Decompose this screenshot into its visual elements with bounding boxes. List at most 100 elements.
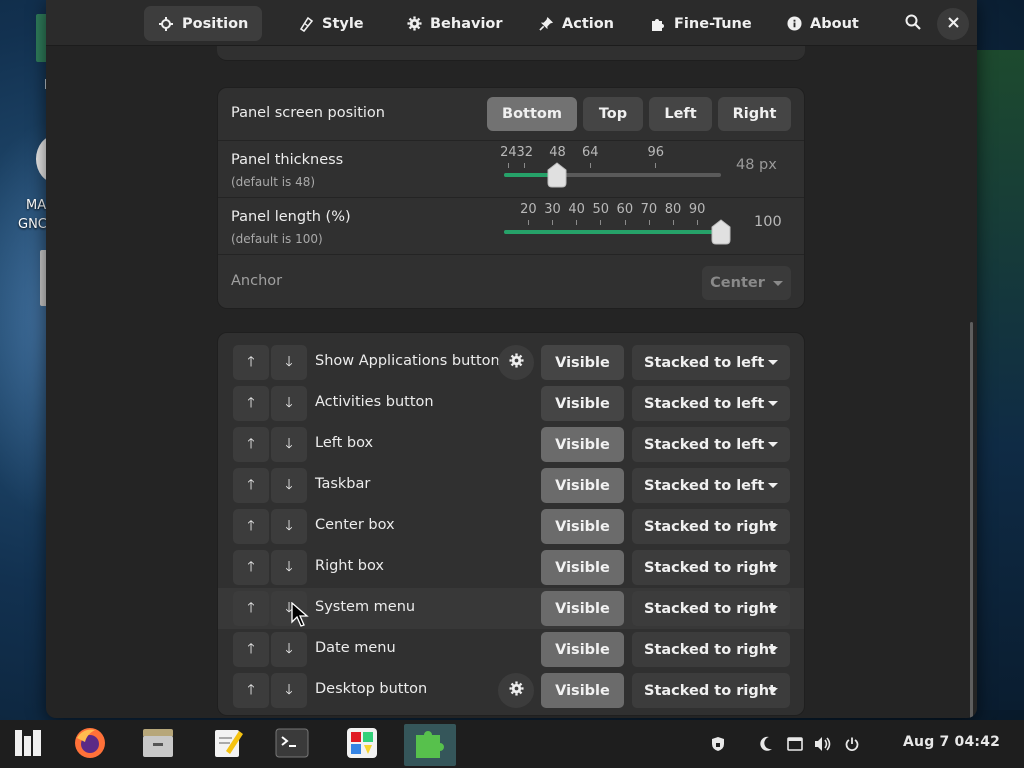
taskbar-terminal[interactable] bbox=[266, 724, 318, 766]
tab-behavior[interactable]: Behavior bbox=[392, 6, 517, 41]
tab-about[interactable]: About bbox=[772, 6, 873, 41]
app-menu-button[interactable] bbox=[2, 724, 54, 766]
taskbar-extensions[interactable] bbox=[404, 724, 456, 766]
close-button[interactable] bbox=[937, 8, 969, 40]
element-settings-button[interactable] bbox=[498, 673, 534, 708]
shield-icon[interactable] bbox=[709, 734, 727, 754]
settings-content: Panel screen position Bottom Top Left Ri… bbox=[46, 46, 977, 718]
slider-tick bbox=[524, 163, 526, 168]
move-down-button[interactable]: 🡓 bbox=[271, 673, 307, 708]
settings-window: Position Style Behavior Action Fine-Tune bbox=[46, 0, 977, 718]
move-up-button[interactable]: 🡑 bbox=[233, 550, 269, 585]
element-position-dropdown[interactable]: Stacked to right bbox=[632, 591, 790, 626]
position-left-button[interactable]: Left bbox=[649, 97, 712, 131]
power-icon[interactable] bbox=[843, 734, 861, 754]
tab-action[interactable]: Action bbox=[524, 6, 628, 41]
position-right-button[interactable]: Right bbox=[718, 97, 791, 131]
files-icon bbox=[141, 727, 175, 763]
visibility-toggle[interactable]: Visible bbox=[541, 550, 624, 585]
arrow-up-icon: 🡑 bbox=[247, 681, 255, 698]
arrow-down-icon: 🡓 bbox=[285, 476, 293, 493]
element-position-dropdown[interactable]: Stacked to right bbox=[632, 632, 790, 667]
tab-label: Position bbox=[182, 15, 249, 32]
slider-tick bbox=[648, 220, 650, 225]
visibility-toggle[interactable]: Visible bbox=[541, 673, 624, 708]
element-position-value: Stacked to left bbox=[644, 354, 765, 371]
element-position-dropdown[interactable]: Stacked to left bbox=[632, 427, 790, 462]
visibility-toggle[interactable]: Visible bbox=[541, 427, 624, 462]
element-settings-button[interactable] bbox=[498, 345, 534, 380]
move-up-button[interactable]: 🡑 bbox=[233, 632, 269, 667]
element-position-dropdown[interactable]: Stacked to left bbox=[632, 468, 790, 503]
tab-fine-tune[interactable]: Fine-Tune bbox=[636, 6, 766, 41]
move-up-button[interactable]: 🡑 bbox=[233, 468, 269, 503]
arrow-up-icon: 🡑 bbox=[247, 599, 255, 616]
slider-mark-label: 50 bbox=[592, 202, 609, 217]
move-up-button[interactable]: 🡑 bbox=[233, 386, 269, 421]
panel-element-row: 🡑 🡓 Show Applications button Visible Stacked… bbox=[218, 342, 804, 383]
element-position-dropdown[interactable]: Stacked to left bbox=[632, 386, 790, 421]
taskbar-text-editor[interactable] bbox=[202, 724, 254, 766]
element-position-dropdown[interactable]: Stacked to left bbox=[632, 345, 790, 380]
move-down-button[interactable]: 🡓 bbox=[271, 427, 307, 462]
move-down-button[interactable]: 🡓 bbox=[271, 468, 307, 503]
length-value: 100 bbox=[754, 214, 782, 230]
anchor-dropdown[interactable]: Center bbox=[702, 266, 791, 300]
position-top-button[interactable]: Top bbox=[583, 97, 643, 131]
move-up-button[interactable]: 🡑 bbox=[233, 673, 269, 708]
length-slider[interactable]: 20 30 40 50 60 70 80 90 bbox=[504, 202, 731, 250]
element-position-dropdown[interactable]: Stacked to right bbox=[632, 550, 790, 585]
tab-position[interactable]: Position bbox=[144, 6, 263, 41]
element-position-dropdown[interactable]: Stacked to right bbox=[632, 673, 790, 708]
screen-position-row: Panel screen position Bottom Top Left Ri… bbox=[218, 88, 804, 141]
tab-label: Behavior bbox=[430, 15, 503, 32]
move-up-button[interactable]: 🡑 bbox=[233, 345, 269, 380]
position-bottom-button[interactable]: Bottom bbox=[487, 97, 577, 131]
previous-card bbox=[217, 46, 805, 61]
move-down-button[interactable]: 🡓 bbox=[271, 509, 307, 544]
slider-knob[interactable] bbox=[710, 219, 732, 245]
scrollbar[interactable] bbox=[970, 322, 973, 718]
arrow-down-icon: 🡓 bbox=[285, 394, 293, 411]
screen-icon[interactable] bbox=[786, 734, 804, 754]
move-down-button[interactable]: 🡓 bbox=[271, 386, 307, 421]
element-position-value: Stacked to right bbox=[644, 559, 776, 576]
move-down-button[interactable]: 🡓 bbox=[271, 345, 307, 380]
volume-icon[interactable] bbox=[814, 734, 832, 754]
firefox-icon bbox=[73, 726, 107, 764]
taskbar-software[interactable] bbox=[336, 724, 388, 766]
element-position-dropdown[interactable]: Stacked to right bbox=[632, 509, 790, 544]
visibility-toggle[interactable]: Visible bbox=[541, 468, 624, 503]
chevron-down-icon bbox=[772, 280, 783, 286]
slider-mark-label: 32 bbox=[516, 145, 534, 160]
taskbar-files[interactable] bbox=[132, 724, 184, 766]
visibility-toggle[interactable]: Visible bbox=[541, 386, 624, 421]
visibility-toggle[interactable]: Visible bbox=[541, 345, 624, 380]
slider-knob[interactable] bbox=[546, 162, 568, 188]
thickness-slider[interactable]: 24 32 48 64 96 bbox=[500, 145, 721, 193]
close-icon bbox=[947, 16, 959, 32]
element-name: Right box bbox=[315, 558, 385, 574]
clock[interactable]: Aug 7 04:42 bbox=[903, 734, 1000, 750]
move-up-button[interactable]: 🡑 bbox=[233, 427, 269, 462]
search-button[interactable] bbox=[897, 8, 929, 40]
element-name: Show Applications button bbox=[315, 353, 500, 369]
element-position-value: Stacked to right bbox=[644, 518, 776, 535]
taskbar-firefox[interactable] bbox=[64, 724, 116, 766]
slider-mark-label: 30 bbox=[544, 202, 561, 217]
move-up-button[interactable]: 🡑 bbox=[233, 591, 269, 626]
move-down-button[interactable]: 🡓 bbox=[271, 632, 307, 667]
thickness-label: Panel thickness bbox=[231, 152, 344, 168]
move-up-button[interactable]: 🡑 bbox=[233, 509, 269, 544]
panel-element-row: 🡑 🡓 Activities button Visible Stacked to lef… bbox=[218, 383, 804, 424]
visibility-toggle[interactable]: Visible bbox=[541, 591, 624, 626]
moon-icon[interactable] bbox=[757, 734, 775, 754]
thickness-value: 48 px bbox=[736, 157, 777, 173]
chevron-down-icon bbox=[768, 442, 778, 447]
gear-icon bbox=[406, 16, 422, 32]
tab-style[interactable]: Style bbox=[284, 6, 378, 41]
visibility-toggle[interactable]: Visible bbox=[541, 509, 624, 544]
chevron-down-icon bbox=[768, 647, 778, 652]
move-down-button[interactable]: 🡓 bbox=[271, 550, 307, 585]
visibility-toggle[interactable]: Visible bbox=[541, 632, 624, 667]
